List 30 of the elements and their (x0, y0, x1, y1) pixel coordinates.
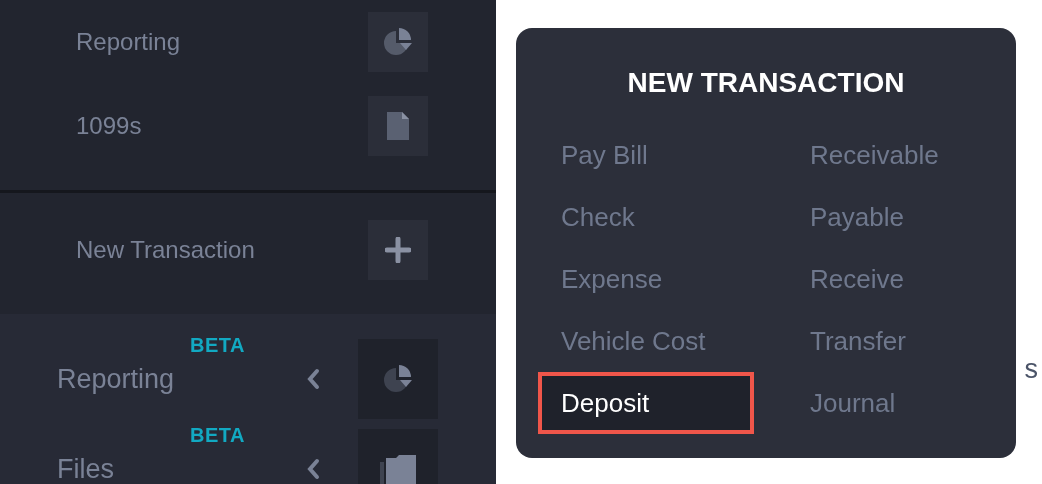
icon-tile[interactable] (368, 220, 428, 280)
menu-item-label[interactable]: 1099s (76, 112, 368, 140)
beta-label: BETA (190, 333, 245, 357)
menu-option[interactable]: Expense (538, 248, 754, 310)
menu-option[interactable]: Transfer (787, 310, 1003, 372)
menu-item-label[interactable]: New Transaction (76, 236, 368, 264)
menu-item-label[interactable]: Reporting (76, 28, 368, 56)
document-icon (387, 112, 409, 140)
plus-icon (385, 237, 411, 263)
pie-chart-icon (383, 28, 413, 56)
menu-option[interactable]: Vehicle Cost (538, 310, 754, 372)
menu-option[interactable]: Receive (787, 248, 1003, 310)
pie-chart-icon (383, 365, 413, 393)
menu-option[interactable]: Deposit (538, 372, 754, 434)
folder-icon (380, 454, 416, 484)
popup-title: NEW TRANSACTION (626, 66, 906, 100)
beta-label: BETA (190, 423, 245, 447)
nav-item-label[interactable]: Files (57, 453, 114, 484)
icon-tile[interactable] (368, 12, 428, 72)
icon-tile[interactable] (368, 96, 428, 156)
chevron-left-icon[interactable] (306, 368, 320, 390)
icon-tile[interactable] (358, 339, 438, 419)
menu-option[interactable]: Pay Bill (538, 124, 754, 186)
menu-option[interactable]: Check (538, 186, 754, 248)
text-fragment: s (1024, 354, 1038, 385)
menu-option[interactable]: Receivable (787, 124, 1003, 186)
chevron-left-icon[interactable] (306, 458, 320, 480)
menu-option[interactable]: Journal (787, 372, 1003, 434)
nav-item-label[interactable]: Reporting (57, 363, 175, 395)
menu-option[interactable]: Payable (787, 186, 1003, 248)
